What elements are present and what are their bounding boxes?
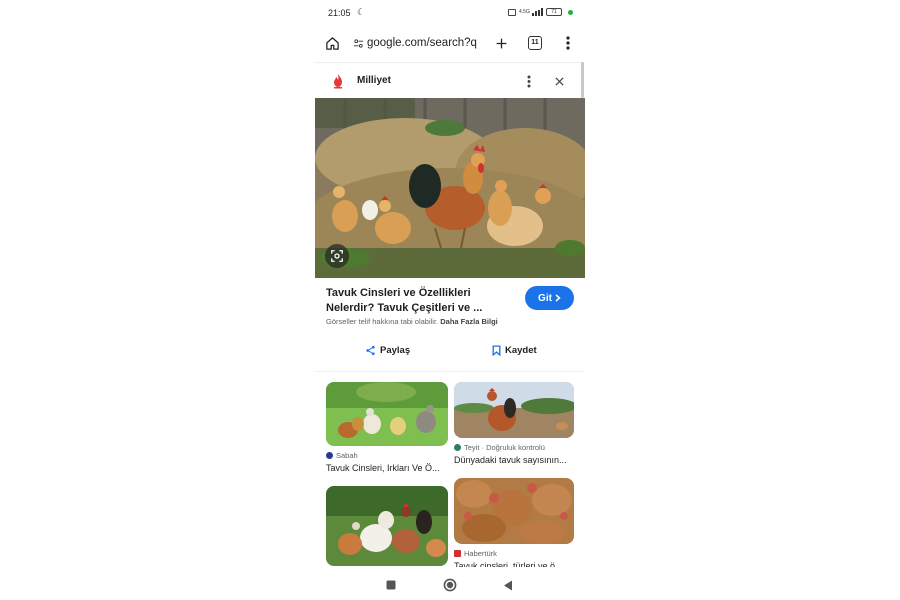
copyright-text: Görseller telif hakkına tabi olabilir. bbox=[326, 317, 439, 326]
related-caption: Dünyadaki tavuk sayısının... bbox=[454, 455, 567, 465]
moon-icon: ☾ bbox=[357, 7, 366, 17]
site-logo bbox=[329, 72, 347, 90]
square-icon[interactable] bbox=[382, 576, 400, 594]
kebab-menu-icon[interactable] bbox=[557, 32, 579, 54]
bookmark-icon bbox=[492, 344, 501, 356]
phone-screen: 21:05 ☾ 4.5G 71 google.com/search?q 11 M… bbox=[315, 0, 585, 600]
related-card[interactable]: Sabah Tavuk Cinsleri, Irkları Ve Ö... bbox=[326, 382, 448, 473]
status-bar: 21:05 ☾ 4.5G 71 bbox=[315, 0, 585, 28]
tab-count: 11 bbox=[528, 36, 542, 50]
share-button[interactable]: Paylaş bbox=[365, 341, 410, 359]
privacy-dot-icon bbox=[568, 9, 573, 15]
network-label: 4.5G bbox=[519, 8, 530, 15]
more-info-link[interactable]: Daha Fazla Bilgi bbox=[440, 317, 498, 326]
save-label: Kaydet bbox=[505, 344, 537, 356]
visit-button[interactable]: Git bbox=[525, 286, 574, 310]
result-title[interactable]: Tavuk Cinsleri ve Özellikleri Nelerdir? … bbox=[326, 286, 521, 315]
status-icons: 4.5G 71 bbox=[508, 8, 573, 16]
url-text: google.com/search?q bbox=[367, 37, 477, 49]
source-name: Teyit · Doğruluk kontrolü bbox=[464, 443, 545, 452]
related-caption: Tavuk cinsleri, türleri ve ö... bbox=[454, 561, 563, 567]
related-caption: Tavuk Cinsleri, Irkları Ve Ö... bbox=[326, 463, 440, 473]
chevron-right-icon bbox=[555, 294, 561, 302]
triangle-back-icon[interactable] bbox=[499, 576, 517, 594]
google-lens-icon[interactable] bbox=[325, 244, 349, 268]
related-source: Sabah bbox=[326, 451, 448, 460]
scrollbar[interactable] bbox=[581, 62, 584, 98]
result-panel-header: Milliyet bbox=[315, 62, 585, 99]
address-bar[interactable]: google.com/search?q bbox=[347, 31, 482, 55]
related-thumbnail[interactable] bbox=[326, 382, 448, 446]
site-name[interactable]: Milliyet bbox=[357, 75, 391, 86]
system-nav-bar bbox=[315, 570, 585, 600]
source-name: Habertürk bbox=[464, 549, 497, 558]
copyright-notice: Görseller telif hakkına tabi olabilir. D… bbox=[326, 317, 498, 326]
source-logo bbox=[454, 444, 461, 451]
visit-button-label: Git bbox=[538, 292, 552, 304]
related-card[interactable]: Habertürk Tavuk cinsleri, türleri ve ö..… bbox=[454, 478, 574, 567]
divider bbox=[315, 371, 585, 372]
hd-icon bbox=[508, 8, 516, 16]
related-thumbnail[interactable] bbox=[454, 382, 574, 438]
related-source: Teyit · Doğruluk kontrolü bbox=[454, 443, 574, 452]
close-icon[interactable] bbox=[549, 71, 569, 91]
signal-icon bbox=[532, 8, 543, 16]
circle-icon[interactable] bbox=[441, 576, 459, 594]
related-thumbnail[interactable] bbox=[454, 478, 574, 544]
status-time: 21:05 bbox=[328, 8, 351, 18]
related-card[interactable] bbox=[326, 486, 448, 566]
panel-menu-icon[interactable] bbox=[519, 71, 539, 91]
plus-icon[interactable] bbox=[490, 32, 512, 54]
related-thumbnail[interactable] bbox=[326, 486, 448, 566]
share-label: Paylaş bbox=[380, 344, 411, 356]
source-name: Sabah bbox=[336, 451, 358, 460]
hero-image[interactable] bbox=[315, 98, 585, 278]
site-info-icon[interactable] bbox=[351, 38, 365, 49]
share-icon bbox=[366, 345, 375, 355]
source-logo bbox=[326, 452, 333, 459]
related-source: Habertürk bbox=[454, 549, 574, 558]
tab-switcher-button[interactable]: 11 bbox=[524, 32, 546, 54]
home-icon[interactable] bbox=[321, 32, 343, 54]
save-button[interactable]: Kaydet bbox=[492, 341, 537, 359]
browser-toolbar: google.com/search?q 11 bbox=[315, 28, 585, 58]
battery-icon: 71 bbox=[546, 8, 562, 16]
related-card[interactable]: Teyit · Doğruluk kontrolü Dünyadaki tavu… bbox=[454, 382, 574, 465]
source-logo bbox=[454, 550, 461, 557]
